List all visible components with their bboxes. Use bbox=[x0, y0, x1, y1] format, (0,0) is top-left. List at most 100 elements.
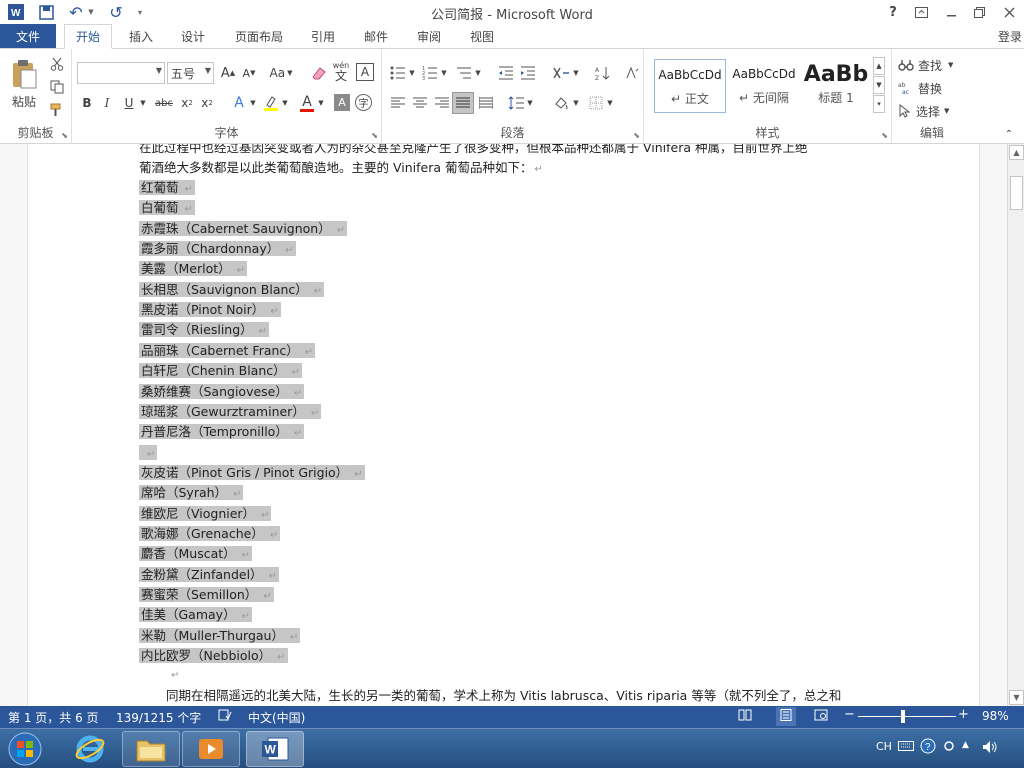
select-button[interactable]: 选择 ▼ bbox=[898, 101, 968, 121]
increase-indent-icon[interactable] bbox=[518, 63, 538, 83]
character-shading-button[interactable]: A bbox=[334, 94, 350, 111]
highlight-color-icon[interactable] bbox=[262, 93, 280, 113]
show-hidden-icons[interactable]: ▲ bbox=[962, 740, 969, 750]
find-button[interactable]: 查找 ▼ bbox=[898, 55, 968, 75]
replace-button[interactable]: ab ac 替换 bbox=[898, 78, 968, 98]
document-page[interactable]: 在此过程中也经过基因突变或者人为的杂交甚至克隆产生了很多变种，但根本品种还都属于… bbox=[29, 144, 979, 706]
scrollbar-thumb[interactable] bbox=[1010, 176, 1023, 210]
help-tray-icon[interactable]: ? bbox=[920, 738, 936, 757]
document-area[interactable]: 在此过程中也经过基因突变或者人为的杂交甚至克隆产生了很多变种，但根本品种还都属于… bbox=[0, 144, 1007, 706]
grow-font-button[interactable]: A ▲ bbox=[219, 62, 237, 84]
borders-dropdown-icon[interactable]: ▼ bbox=[606, 93, 614, 113]
borders-icon[interactable] bbox=[586, 93, 606, 113]
text-effects-button[interactable]: A bbox=[230, 93, 248, 113]
clear-formatting-icon[interactable] bbox=[310, 62, 328, 84]
copy-icon[interactable] bbox=[48, 78, 66, 96]
text-effects-dropdown-icon[interactable]: ▼ bbox=[248, 93, 258, 113]
styles-more-icon[interactable]: ▾ bbox=[873, 95, 885, 113]
align-left-icon[interactable] bbox=[388, 93, 408, 113]
subscript-button[interactable]: x2 bbox=[178, 93, 196, 113]
change-case-button[interactable]: Aa ▼ bbox=[268, 62, 294, 84]
vertical-scrollbar[interactable]: ▲ ▼ bbox=[1007, 144, 1024, 706]
options-tray-icon[interactable] bbox=[942, 740, 956, 755]
chinese-layout-dropdown-icon[interactable]: ▼ bbox=[572, 63, 580, 83]
decrease-indent-icon[interactable] bbox=[496, 63, 516, 83]
file-explorer-icon[interactable] bbox=[122, 731, 180, 767]
zoom-out-button[interactable]: − bbox=[844, 707, 855, 722]
sign-in-link[interactable]: 登录 bbox=[998, 28, 1022, 45]
zoom-slider-thumb[interactable] bbox=[901, 710, 905, 723]
show-formatting-marks-icon[interactable] bbox=[622, 63, 642, 83]
word-taskbar-icon[interactable]: W bbox=[246, 731, 304, 767]
cut-icon[interactable] bbox=[48, 55, 66, 73]
read-mode-icon[interactable] bbox=[738, 709, 752, 724]
format-painter-icon[interactable] bbox=[48, 101, 66, 119]
close-icon[interactable] bbox=[996, 2, 1022, 22]
underline-button[interactable]: U bbox=[120, 93, 138, 113]
styles-scroll-down-icon[interactable]: ▼ bbox=[873, 76, 885, 94]
multilevel-dropdown-icon[interactable]: ▼ bbox=[474, 63, 482, 83]
restore-icon[interactable] bbox=[966, 2, 992, 22]
start-button-icon[interactable] bbox=[4, 731, 46, 767]
character-border-button[interactable]: A bbox=[356, 63, 374, 81]
line-spacing-dropdown-icon[interactable]: ▼ bbox=[526, 93, 534, 113]
scroll-up-icon[interactable]: ▲ bbox=[1009, 145, 1024, 160]
style-normal[interactable]: AaBbCcDd ↵ 正文 bbox=[654, 59, 726, 113]
bold-button[interactable]: B bbox=[78, 93, 96, 113]
ime-indicator[interactable]: CH bbox=[876, 740, 892, 753]
italic-button[interactable]: I bbox=[98, 93, 116, 113]
distributed-icon[interactable] bbox=[476, 93, 496, 113]
ribbon-display-options-icon[interactable] bbox=[908, 2, 934, 22]
keyboard-icon[interactable] bbox=[898, 740, 914, 755]
strikethrough-button[interactable]: abc bbox=[152, 93, 176, 113]
minimize-icon[interactable] bbox=[938, 2, 964, 22]
language-indicator[interactable]: 中文(中国) bbox=[248, 709, 305, 726]
phonetic-guide-button[interactable]: wén 文 bbox=[330, 59, 352, 85]
line-spacing-icon[interactable] bbox=[506, 93, 526, 113]
underline-dropdown-icon[interactable]: ▼ bbox=[138, 93, 148, 113]
tab-design[interactable]: 设计 bbox=[172, 24, 214, 49]
highlight-dropdown-icon[interactable]: ▼ bbox=[280, 93, 290, 113]
superscript-button[interactable]: x2 bbox=[198, 93, 216, 113]
paste-button[interactable]: 粘贴 bbox=[6, 55, 42, 113]
zoom-level[interactable]: 98% bbox=[982, 709, 1009, 723]
tab-file[interactable]: 文件 bbox=[0, 24, 56, 48]
paragraph-dialog-launcher-icon[interactable]: ⬊ bbox=[633, 131, 640, 140]
media-player-icon[interactable] bbox=[182, 731, 240, 767]
style-no-spacing[interactable]: AaBbCcDd ↵ 无间隔 bbox=[728, 59, 800, 113]
sort-icon[interactable]: AZ bbox=[592, 63, 612, 83]
numbering-dropdown-icon[interactable]: ▼ bbox=[440, 63, 448, 83]
tab-references[interactable]: 引用 bbox=[302, 24, 344, 49]
collapse-ribbon-icon[interactable]: ⌃ bbox=[1002, 127, 1016, 141]
styles-scroll-up-icon[interactable]: ▲ bbox=[873, 57, 885, 75]
internet-explorer-icon[interactable] bbox=[62, 731, 118, 767]
help-button[interactable]: ? bbox=[880, 2, 906, 22]
align-right-icon[interactable] bbox=[432, 93, 452, 113]
print-layout-icon[interactable] bbox=[776, 707, 796, 726]
bullets-icon[interactable] bbox=[388, 63, 408, 83]
enclose-characters-button[interactable]: 字 bbox=[355, 94, 372, 111]
scroll-down-icon[interactable]: ▼ bbox=[1009, 690, 1024, 705]
font-size-combo[interactable]: 五号 ▼ bbox=[167, 62, 214, 84]
tab-insert[interactable]: 插入 bbox=[120, 24, 162, 49]
zoom-in-button[interactable]: + bbox=[958, 707, 969, 722]
bullets-dropdown-icon[interactable]: ▼ bbox=[408, 63, 416, 83]
font-color-dropdown-icon[interactable]: ▼ bbox=[316, 93, 326, 113]
clipboard-dialog-launcher-icon[interactable]: ⬊ bbox=[61, 131, 68, 140]
tab-home[interactable]: 开始 bbox=[64, 24, 112, 49]
tab-review[interactable]: 审阅 bbox=[408, 24, 450, 49]
shrink-font-button[interactable]: A ▼ bbox=[240, 62, 258, 84]
font-dialog-launcher-icon[interactable]: ⬊ bbox=[371, 131, 378, 140]
justify-icon[interactable] bbox=[452, 92, 474, 114]
numbering-icon[interactable]: 123 bbox=[420, 63, 440, 83]
proofing-icon[interactable] bbox=[218, 709, 232, 724]
shading-dropdown-icon[interactable]: ▼ bbox=[572, 93, 580, 113]
chinese-layout-icon[interactable] bbox=[550, 63, 572, 83]
shading-icon[interactable] bbox=[550, 93, 572, 113]
page-indicator[interactable]: 第 1 页，共 6 页 bbox=[8, 709, 99, 726]
styles-dialog-launcher-icon[interactable]: ⬊ bbox=[881, 131, 888, 140]
volume-icon[interactable] bbox=[982, 740, 998, 757]
tab-page-layout[interactable]: 页面布局 bbox=[226, 24, 292, 49]
style-heading-1[interactable]: AaBb 标题 1 bbox=[800, 59, 872, 113]
tab-view[interactable]: 视图 bbox=[461, 24, 503, 49]
